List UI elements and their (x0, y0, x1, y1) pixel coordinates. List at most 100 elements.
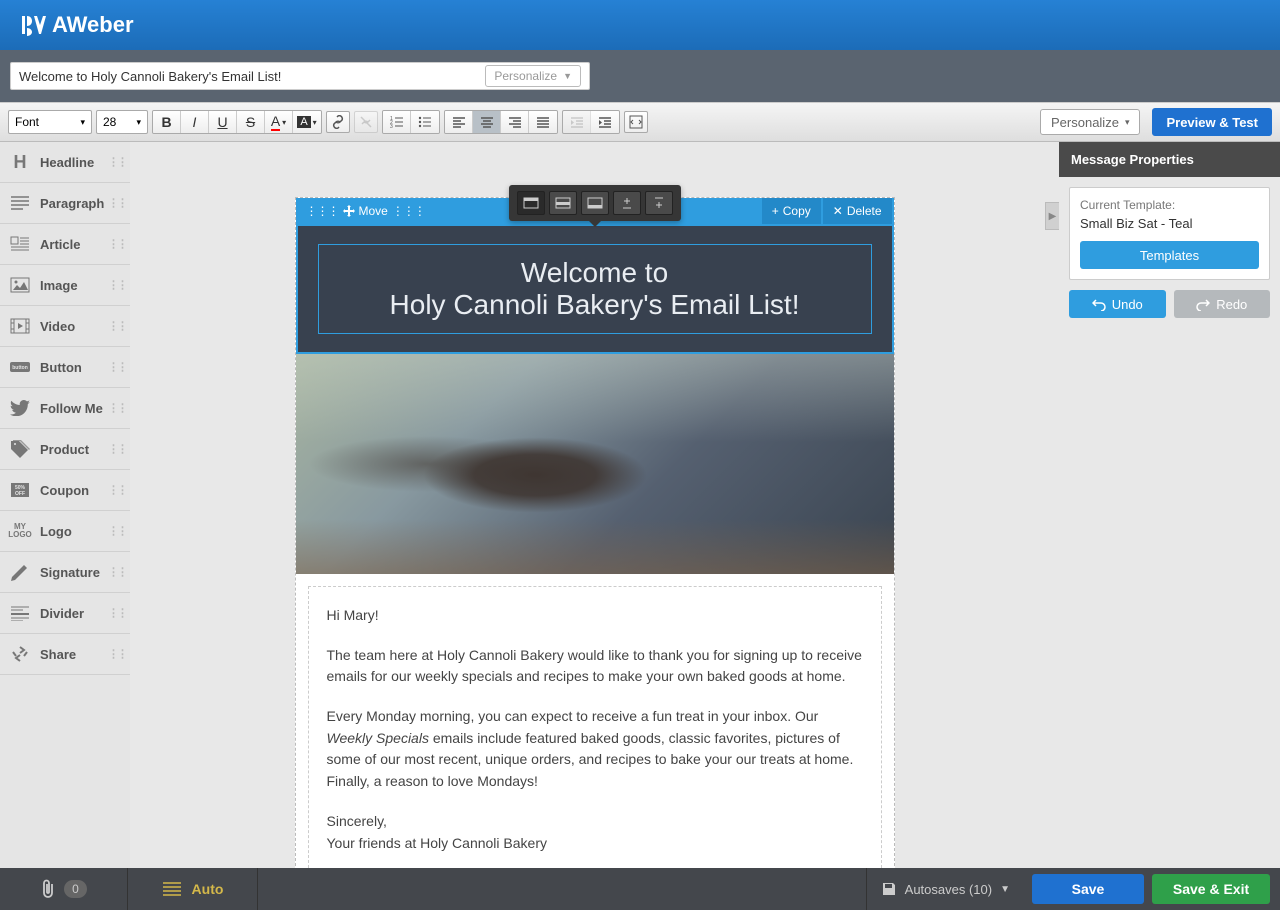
current-template-label: Current Template: (1080, 198, 1259, 212)
copy-block-button[interactable]: +Copy (762, 198, 821, 224)
signoff-1: Sincerely, (327, 813, 387, 829)
add-above-button[interactable] (613, 191, 641, 215)
sidebar-item-button[interactable]: buttonButton⋮⋮ (0, 347, 130, 388)
article-icon (8, 232, 32, 256)
preview-test-button[interactable]: Preview & Test (1152, 108, 1272, 136)
sidebar-item-product[interactable]: Product⋮⋮ (0, 429, 130, 470)
grip-icon: ⋮⋮ (108, 320, 126, 333)
ordered-list-button[interactable]: 123 (383, 111, 411, 133)
align-left-button[interactable] (445, 111, 473, 133)
text-color-button[interactable]: A▾ (265, 111, 293, 133)
sidebar-item-share[interactable]: Share⋮⋮ (0, 634, 130, 675)
chevron-down-icon: ▼ (1000, 884, 1010, 895)
grip-icon: ⋮⋮ (108, 156, 126, 169)
strike-button[interactable]: S (237, 111, 265, 133)
sidebar-item-paragraph[interactable]: Paragraph⋮⋮ (0, 183, 130, 224)
properties-panel: ▶ Message Properties Current Template: S… (1059, 142, 1280, 870)
body-p1: The team here at Holy Cannoli Bakery wou… (327, 645, 863, 688)
greeting: Hi Mary! (327, 605, 863, 627)
paperclip-icon (40, 879, 56, 899)
grip-icon: ⋮⋮ (108, 607, 126, 620)
elements-sidebar: HHeadline⋮⋮ Paragraph⋮⋮ Article⋮⋮ Image⋮… (0, 142, 130, 870)
save-exit-button[interactable]: Save & Exit (1152, 874, 1270, 904)
chevron-down-icon: ▼ (563, 71, 572, 81)
sidebar-item-logo[interactable]: MYLOGOLogo⋮⋮ (0, 511, 130, 552)
grip-icon: ⋮⋮ (108, 648, 126, 661)
svg-text:button: button (12, 365, 28, 371)
layout-bottom-button[interactable] (581, 191, 609, 215)
align-center-button[interactable] (473, 111, 501, 133)
video-icon (8, 314, 32, 338)
outdent-button (563, 111, 591, 133)
background-color-button[interactable]: A▾ (293, 111, 321, 133)
divider-icon (8, 601, 32, 625)
tag-icon (8, 437, 32, 461)
sidebar-item-follow-me[interactable]: Follow Me⋮⋮ (0, 388, 130, 429)
link-button[interactable] (326, 111, 350, 133)
italic-button[interactable]: I (181, 111, 209, 133)
email-canvas[interactable]: ⋮⋮⋮ Move ⋮⋮⋮ +Copy ✕Delete Welcome to Ho… (295, 197, 895, 870)
grip-icon: ⋮⋮ (108, 484, 126, 497)
headline-line-2: Holy Cannoli Bakery's Email List! (339, 289, 851, 321)
headline-icon: H (8, 150, 32, 174)
grip-icon: ⋮⋮⋮ (392, 204, 425, 218)
unordered-list-button[interactable] (411, 111, 439, 133)
font-size-select[interactable]: 28▾ (96, 110, 148, 134)
twitter-icon (8, 396, 32, 420)
block-float-toolbar (509, 185, 681, 221)
subject-input[interactable]: Welcome to Holy Cannoli Bakery's Email L… (10, 62, 590, 90)
hero-image[interactable] (296, 354, 894, 574)
body-text-block[interactable]: Hi Mary! The team here at Holy Cannoli B… (308, 586, 882, 870)
source-button[interactable] (624, 111, 648, 133)
toolbar-personalize-button[interactable]: Personalize▾ (1040, 109, 1140, 135)
svg-text:3: 3 (390, 124, 393, 128)
layout-mid-button[interactable] (549, 191, 577, 215)
button-icon: button (8, 355, 32, 379)
align-justify-button[interactable] (529, 111, 557, 133)
grip-icon: ⋮⋮ (108, 443, 126, 456)
signoff-2: Your friends at Holy Cannoli Bakery (327, 835, 548, 851)
bold-button[interactable]: B (153, 111, 181, 133)
font-select[interactable]: Font▾ (8, 110, 92, 134)
align-right-button[interactable] (501, 111, 529, 133)
indent-button[interactable] (591, 111, 619, 133)
move-icon (343, 205, 355, 217)
grip-icon: ⋮⋮ (108, 525, 126, 538)
subject-text: Welcome to Holy Cannoli Bakery's Email L… (19, 69, 485, 84)
undo-icon (1092, 297, 1106, 311)
logo-icon: MYLOGO (8, 519, 32, 543)
underline-button[interactable]: U (209, 111, 237, 133)
templates-button[interactable]: Templates (1080, 241, 1259, 269)
sidebar-item-article[interactable]: Article⋮⋮ (0, 224, 130, 265)
collapse-panel-button[interactable]: ▶ (1045, 202, 1059, 230)
autosaves-dropdown[interactable]: Autosaves (10) ▼ (866, 868, 1024, 910)
grip-icon: ⋮⋮⋮ (306, 204, 339, 218)
add-below-button[interactable] (645, 191, 673, 215)
sidebar-item-video[interactable]: Video⋮⋮ (0, 306, 130, 347)
grip-icon: ⋮⋮ (108, 197, 126, 210)
attachments-button[interactable]: 0 (0, 868, 128, 910)
move-handle[interactable]: ⋮⋮⋮ Move ⋮⋮⋮ (298, 198, 433, 224)
app-header: AWeber (0, 0, 1280, 50)
aweber-icon (20, 14, 46, 36)
undo-button[interactable]: Undo (1069, 290, 1166, 318)
delete-block-button[interactable]: ✕Delete (823, 198, 892, 224)
layout-full-button[interactable] (517, 191, 545, 215)
panel-title: Message Properties (1059, 142, 1280, 177)
auto-button[interactable]: Auto (128, 868, 258, 910)
sidebar-item-coupon[interactable]: 50%OFFCoupon⋮⋮ (0, 470, 130, 511)
sidebar-item-image[interactable]: Image⋮⋮ (0, 265, 130, 306)
sidebar-item-divider[interactable]: Divider⋮⋮ (0, 593, 130, 634)
brand-name: AWeber (52, 12, 134, 38)
sidebar-item-headline[interactable]: HHeadline⋮⋮ (0, 142, 130, 183)
subject-bar: Welcome to Holy Cannoli Bakery's Email L… (0, 50, 1280, 102)
current-template-name: Small Biz Sat - Teal (1080, 216, 1259, 231)
grip-icon: ⋮⋮ (108, 361, 126, 374)
svg-text:OFF: OFF (15, 491, 25, 497)
headline-line-1: Welcome to (339, 257, 851, 289)
save-button[interactable]: Save (1032, 874, 1144, 904)
headline-block[interactable]: Welcome to Holy Cannoli Bakery's Email L… (296, 224, 894, 354)
sidebar-item-signature[interactable]: Signature⋮⋮ (0, 552, 130, 593)
lines-icon (162, 881, 182, 897)
subject-personalize-button[interactable]: Personalize▼ (485, 65, 581, 87)
